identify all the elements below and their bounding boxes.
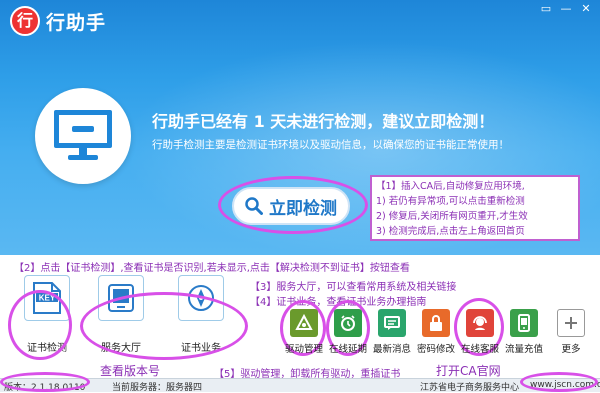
- monitor-icon: [35, 88, 131, 184]
- annotation-version-hint: 查看版本号: [100, 364, 161, 378]
- version-highlight: [0, 372, 90, 392]
- tool-data-recharge-label: 流量充值: [504, 344, 543, 355]
- annotation-step-2: 【2】点击【证书检测】,查看证书是否识别,若未显示,点击【解决检测不到证书】按钮…: [14, 263, 410, 274]
- minimize-button[interactable]: —: [558, 2, 574, 16]
- callout-line: 【1】插入CA后,自动修复应用环境,: [376, 181, 525, 192]
- alarm-clock-icon: [341, 315, 355, 331]
- callout-line: 1) 若仍有异常项,可以点击重新检测: [376, 196, 525, 207]
- tool-online-service[interactable]: [466, 309, 494, 337]
- annotation-ca-site: 打开CA官网: [436, 364, 501, 378]
- tool-data-recharge[interactable]: [510, 309, 538, 337]
- app-logo-icon: 行: [10, 6, 40, 36]
- server-text: 当前服务器：服务器四: [112, 383, 203, 393]
- tool-more-label: 更多: [561, 344, 581, 355]
- tool-online-renew[interactable]: [334, 309, 362, 337]
- service-business-highlight: [80, 292, 248, 360]
- tool-password-change[interactable]: [422, 309, 450, 337]
- check-button-highlight: [218, 176, 368, 234]
- status-bar: 版本：2.1.18.0110 当前服务器：服务器四 江苏省电子商务服务中心 ww…: [0, 378, 600, 393]
- triangle-icon: [295, 314, 313, 330]
- org-text: 江苏省电子商务服务中心: [420, 383, 520, 393]
- title-bar: 行 行助手 ▭ — ✕: [0, 0, 600, 40]
- website-highlight: [520, 372, 598, 392]
- headset-icon: [473, 316, 487, 330]
- callout-line: 2) 修复后,关闭所有网页重开,才生效: [376, 211, 528, 222]
- status-headline: 行助手已经有 1 天未进行检测，建议立即检测！: [152, 112, 495, 131]
- cert-check-highlight: [8, 290, 72, 360]
- status-subline: 行助手检测主要是检测证书环境以及驱动信息，以确保您的证书能正常使用！: [152, 139, 509, 151]
- app-title: 行助手: [46, 12, 107, 34]
- lock-icon: [430, 315, 442, 331]
- annotation-step-3: 【3】服务大厅，可以查看常用系统及相关链接: [250, 282, 457, 293]
- close-button[interactable]: ✕: [578, 2, 594, 16]
- callout-line: 3) 检测完成后,点击左上角返回首页: [376, 226, 525, 237]
- message-icon: [384, 316, 400, 330]
- window-controls: ▭ — ✕: [538, 2, 594, 16]
- callout-step-1: 【1】插入CA后,自动修复应用环境, 1) 若仍有异常项,可以点击重新检测 2)…: [370, 175, 580, 241]
- skin-button[interactable]: ▭: [538, 2, 554, 16]
- tool-driver-manage[interactable]: [290, 309, 318, 337]
- app-window: 行 行助手 ▭ — ✕ 行助手已经有 1 天未进行检测，建议立即检测！ 行助手检…: [0, 0, 600, 393]
- tool-latest-news[interactable]: [378, 309, 406, 337]
- phone-icon: [518, 314, 530, 332]
- plus-icon: [565, 317, 577, 329]
- tool-more[interactable]: [557, 309, 585, 337]
